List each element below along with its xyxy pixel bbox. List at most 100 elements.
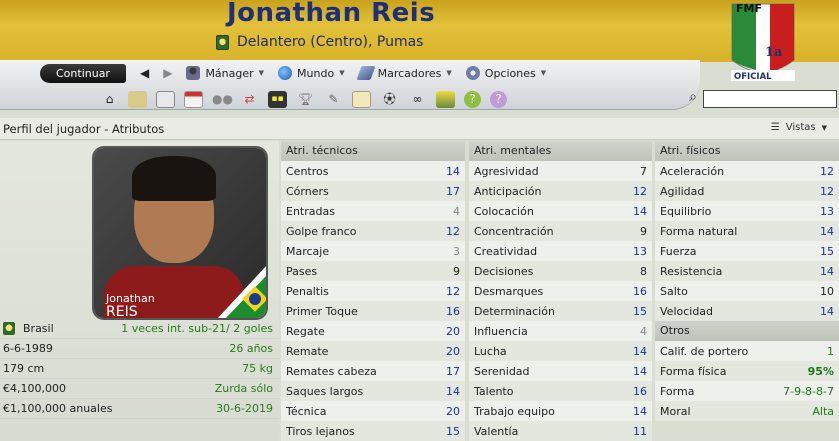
attr-row[interactable]: Centros 14 bbox=[281, 161, 465, 181]
toolbar-quick-icons: ⌂ ●● ⇄ ▪▪ 🏆︎ ✎ ⚽︎ ∞ ? ? bbox=[100, 89, 507, 109]
menu-world[interactable]: Mundo ▼ bbox=[278, 66, 345, 80]
attr-row[interactable]: Moral Alta bbox=[655, 401, 839, 421]
attr-name: Aceleración bbox=[660, 164, 725, 178]
forward-arrow-icon[interactable]: ▶ bbox=[163, 66, 172, 80]
player-name: Jonathan Reis bbox=[227, 0, 436, 28]
attr-row[interactable]: Regate 20 bbox=[281, 321, 465, 341]
attr-row[interactable]: Fuerza 15 bbox=[655, 241, 839, 261]
attr-row[interactable]: Penaltis 12 bbox=[281, 281, 465, 301]
search-input[interactable] bbox=[703, 90, 837, 108]
attr-row[interactable]: Técnica 20 bbox=[281, 401, 465, 421]
attr-row[interactable]: Determinación 15 bbox=[469, 301, 652, 321]
attr-row[interactable]: Creatividad 13 bbox=[469, 241, 652, 261]
attr-name: Calif. de portero bbox=[660, 344, 749, 358]
attr-row[interactable]: Lucha 14 bbox=[469, 341, 652, 361]
info-foot: Zurda sólo bbox=[214, 382, 273, 395]
attr-row[interactable]: Agilidad 12 bbox=[655, 181, 839, 201]
attr-row[interactable]: Aceleración 12 bbox=[655, 161, 839, 181]
attr-row[interactable]: Golpe franco 12 bbox=[281, 221, 465, 241]
attr-row[interactable]: Salto 10 bbox=[655, 281, 839, 301]
attr-row[interactable]: Anticipación 12 bbox=[469, 181, 652, 201]
match-icon[interactable]: ⚽︎ bbox=[380, 91, 399, 108]
menu-options[interactable]: Opciones ▼ bbox=[465, 66, 546, 80]
attr-row[interactable]: Entradas 4 bbox=[281, 201, 465, 221]
mental-attributes: Atri. mentales Agresividad 7 Anticipación… bbox=[469, 141, 652, 441]
nation-crest-icon bbox=[3, 322, 15, 335]
attr-row[interactable]: Decisiones 8 bbox=[469, 261, 652, 281]
home-icon[interactable]: ⌂ bbox=[100, 91, 119, 108]
technical-list: Centros 14 Córners 17 Entradas 4 Golpe fran… bbox=[281, 161, 465, 441]
attr-name: Influencia bbox=[474, 324, 528, 338]
attr-row[interactable]: Saques largos 14 bbox=[281, 381, 465, 401]
attr-row[interactable]: Tiros lejanos 15 bbox=[281, 421, 465, 441]
attr-row[interactable]: Concentración 9 bbox=[469, 221, 652, 241]
attr-row[interactable]: Forma física 95% bbox=[655, 361, 839, 381]
attr-row[interactable]: Desmarques 16 bbox=[469, 281, 652, 301]
attr-row[interactable]: Agresividad 7 bbox=[469, 161, 652, 181]
clipboard-icon[interactable] bbox=[352, 90, 371, 108]
attr-row[interactable]: Calif. de portero 1 bbox=[655, 341, 839, 361]
attr-row[interactable]: Influencia 4 bbox=[469, 321, 652, 341]
finance-icon[interactable] bbox=[436, 90, 455, 108]
attr-row[interactable]: Serenidad 14 bbox=[469, 361, 652, 381]
player-overview-panel: Jonathan REIS Brasil 1 veces int. sub-21… bbox=[0, 141, 279, 441]
attr-row[interactable]: Remate 20 bbox=[281, 341, 465, 361]
attr-value: 13 bbox=[820, 204, 834, 218]
info-contract-end: 30-6-2019 bbox=[216, 402, 273, 415]
attr-row[interactable]: Córners 17 bbox=[281, 181, 465, 201]
inbox-icon[interactable] bbox=[128, 90, 147, 108]
vistas-button[interactable]: ☰ Vistas ▼ bbox=[767, 121, 831, 134]
attr-name: Centros bbox=[286, 164, 329, 178]
attr-row[interactable]: Resistencia 14 bbox=[655, 261, 839, 281]
attr-value: 15 bbox=[820, 244, 834, 258]
menu-bookmarks[interactable]: Marcadores ▼ bbox=[356, 66, 452, 80]
info-wage: €1,100,000 anuales bbox=[3, 402, 113, 415]
search-icon[interactable]: ⌕ bbox=[683, 89, 703, 109]
info-caps[interactable]: 1 veces int. sub-21/ 2 goles bbox=[121, 322, 273, 335]
attr-value: 7 bbox=[640, 164, 647, 178]
attr-value: 10 bbox=[820, 284, 834, 298]
attr-value: 17 bbox=[446, 184, 460, 198]
trophy-icon[interactable]: 🏆︎ bbox=[296, 91, 315, 108]
info-age: 26 años bbox=[229, 342, 273, 355]
menu-manager[interactable]: Mánager ▼ bbox=[186, 66, 264, 80]
attr-row[interactable]: Colocación 14 bbox=[469, 201, 652, 221]
player-header: Jonathan Reis Delantero (Centro), Pumas … bbox=[0, 0, 839, 82]
attr-row[interactable]: Talento 16 bbox=[469, 381, 652, 401]
attr-name: Trabajo equipo bbox=[474, 404, 555, 418]
attr-row[interactable]: Pases 9 bbox=[281, 261, 465, 281]
attr-name: Forma natural bbox=[660, 224, 738, 238]
attr-row[interactable]: Trabajo equipo 14 bbox=[469, 401, 652, 421]
tactics-icon[interactable]: ▪▪ bbox=[268, 90, 287, 108]
calendar-icon[interactable] bbox=[184, 90, 203, 108]
squad-icon[interactable]: ●● bbox=[212, 91, 233, 108]
transfers-icon[interactable]: ⇄ bbox=[240, 91, 259, 108]
continue-button[interactable]: Continuar bbox=[40, 63, 126, 83]
binoculars-icon[interactable]: ∞ bbox=[408, 91, 427, 108]
attr-row[interactable]: Marcaje 3 bbox=[281, 241, 465, 261]
scout-icon[interactable]: ✎ bbox=[324, 91, 343, 108]
main-toolbar: Continuar ◀ ▶ Mánager ▼ Mundo ▼ Marcador… bbox=[0, 60, 700, 110]
attr-row[interactable]: Remates cabeza 17 bbox=[281, 361, 465, 381]
attr-row[interactable]: Forma natural 14 bbox=[655, 221, 839, 241]
attr-name: Remates cabeza bbox=[286, 364, 377, 378]
chevron-down-icon: ▼ bbox=[258, 69, 265, 77]
notebook-icon[interactable] bbox=[156, 90, 175, 108]
attr-row[interactable]: Forma 7-9-8-8-7 bbox=[655, 381, 839, 401]
player-photo-card: Jonathan REIS bbox=[92, 146, 268, 320]
attr-row[interactable]: Equilibrio 13 bbox=[655, 201, 839, 221]
mental-header: Atri. mentales bbox=[469, 141, 652, 161]
extra-icon[interactable]: ? bbox=[490, 90, 507, 108]
back-arrow-icon[interactable]: ◀ bbox=[140, 66, 149, 80]
attr-row[interactable]: Velocidad 14 bbox=[655, 301, 839, 321]
help-icon[interactable]: ? bbox=[464, 90, 481, 108]
attr-value: 20 bbox=[446, 344, 460, 358]
attr-name: Valentía bbox=[474, 424, 519, 438]
attr-name: Determinación bbox=[474, 304, 555, 318]
player-info-list: Brasil 1 veces int. sub-21/ 2 goles 6-6-… bbox=[0, 319, 279, 419]
attr-value: 1 bbox=[827, 344, 834, 358]
attr-row[interactable]: Primer Toque 16 bbox=[281, 301, 465, 321]
attr-row[interactable]: Valentía 11 bbox=[469, 421, 652, 441]
info-row-value: €4,100,000 Zurda sólo bbox=[0, 379, 279, 399]
attr-value: 4 bbox=[453, 204, 460, 218]
